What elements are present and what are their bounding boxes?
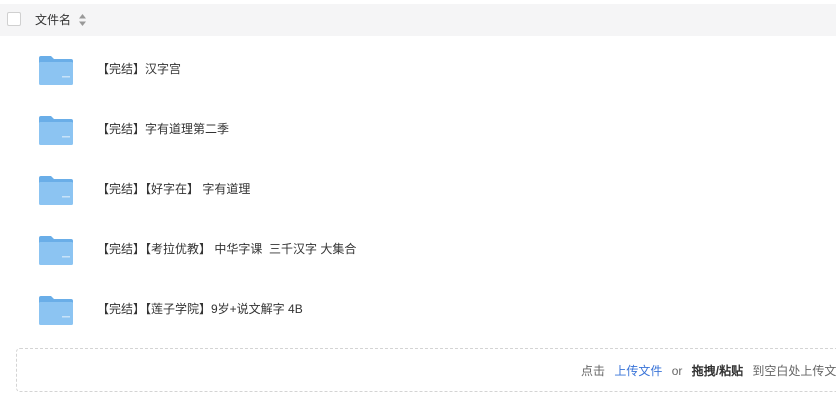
sort-up-down-icon[interactable] xyxy=(79,14,86,26)
file-row-4[interactable]: 【完结】【考拉优教】 中华字课 三千汉字 大集合 xyxy=(0,232,836,292)
upload-hint-drag: 拖拽/粘贴 xyxy=(691,364,744,378)
upload-hint-suffix: 到空白处上传文件 xyxy=(752,364,836,378)
filename-column-header[interactable]: 文件名 xyxy=(35,12,71,28)
file-row-3[interactable]: 【完结】【好字在】 字有道理 xyxy=(0,172,836,232)
select-all-checkbox[interactable] xyxy=(7,12,21,26)
folder-icon xyxy=(39,236,73,265)
folder-icon xyxy=(39,296,73,325)
folder-icon xyxy=(39,176,73,205)
file-name[interactable]: 【完结】【好字在】 字有道理 xyxy=(97,181,250,197)
upload-hint-prefix: 点击 xyxy=(581,364,606,378)
file-row-2[interactable]: 【完结】字有道理第二季 xyxy=(0,112,836,172)
file-list: 文件名 【完结】汉字宫 【完结】字有道理第二季 【完结】【好字在】 字有道理 【… xyxy=(0,0,836,404)
upload-drop-zone[interactable]: 点击 上传文件 or 拖拽/粘贴 到空白处上传文件 xyxy=(16,348,836,392)
upload-hint-or: or xyxy=(671,364,683,378)
folder-icon xyxy=(39,116,73,145)
file-list-header: 文件名 xyxy=(0,4,836,36)
upload-hint: 点击 上传文件 or 拖拽/粘贴 到空白处上传文件 xyxy=(581,363,836,379)
folder-icon xyxy=(39,56,73,85)
file-name[interactable]: 【完结】【莲子学院】9岁+说文解字 4B xyxy=(97,301,303,317)
file-name[interactable]: 【完结】汉字宫 xyxy=(97,61,181,77)
file-row-5[interactable]: 【完结】【莲子学院】9岁+说文解字 4B xyxy=(0,292,836,352)
upload-file-link[interactable]: 上传文件 xyxy=(614,364,662,378)
file-row-1[interactable]: 【完结】汉字宫 xyxy=(0,52,836,112)
file-name[interactable]: 【完结】字有道理第二季 xyxy=(97,121,229,137)
file-name[interactable]: 【完结】【考拉优教】 中华字课 三千汉字 大集合 xyxy=(97,241,356,257)
